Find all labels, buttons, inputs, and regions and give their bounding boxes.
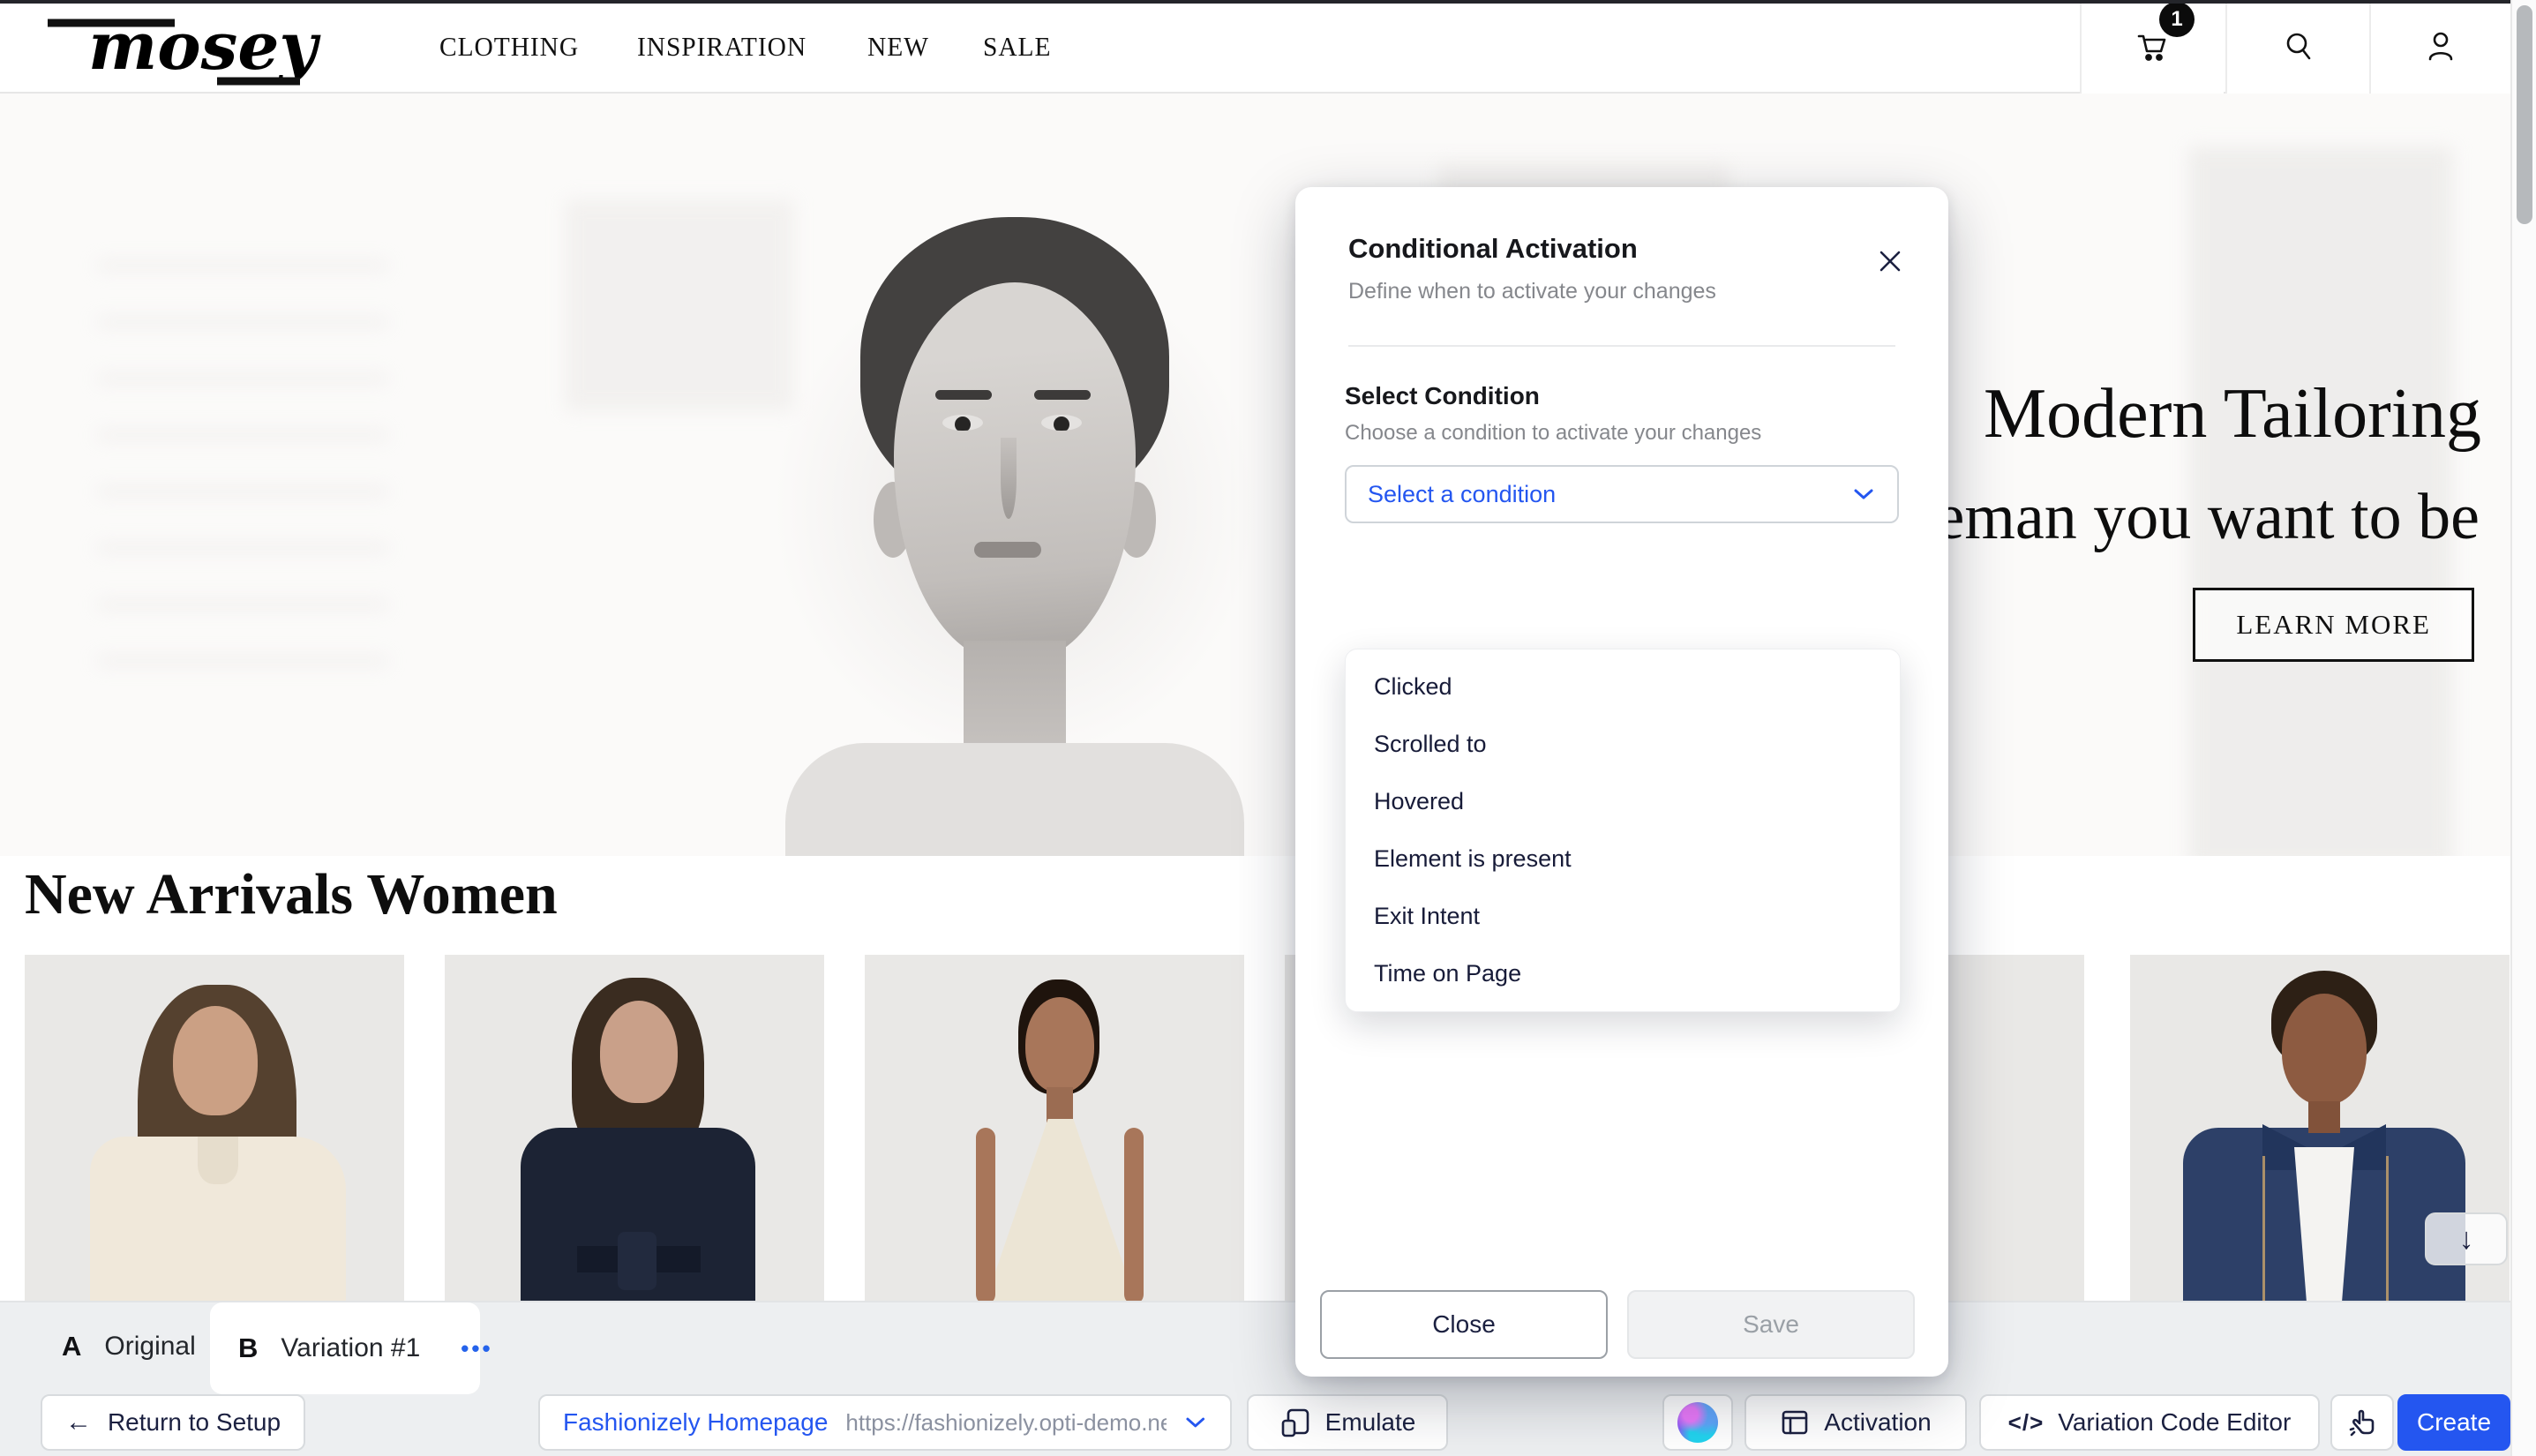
modal-subtitle: Define when to activate your changes: [1348, 279, 1895, 304]
tab-letter: B: [238, 1332, 258, 1364]
condition-select[interactable]: Select a condition: [1345, 465, 1899, 523]
modal-header: Conditional Activation Define when to ac…: [1295, 187, 1948, 347]
chevron-down-icon: [1184, 1415, 1207, 1430]
option-hovered[interactable]: Hovered: [1346, 773, 1900, 830]
tab-letter: A: [62, 1331, 81, 1362]
main-nav: CLOTHING INSPIRATION NEW SALE: [439, 0, 1055, 94]
conditional-activation-modal: Conditional Activation Define when to ac…: [1295, 187, 1948, 1377]
nav-item-new[interactable]: NEW: [867, 31, 929, 63]
variation-code-editor-button[interactable]: </> Variation Code Editor: [1979, 1394, 2320, 1451]
scrollbar-track[interactable]: [2510, 0, 2536, 1456]
scroll-down-button[interactable]: ↓: [2425, 1212, 2508, 1265]
back-arrow-icon: ←: [65, 1409, 92, 1436]
layout-icon: [1780, 1407, 1810, 1437]
search-icon: [2281, 29, 2316, 64]
nav-item-clothing[interactable]: CLOTHING: [439, 31, 579, 63]
tab-variation-1[interactable]: B Variation #1 •••: [210, 1302, 480, 1394]
option-exit-intent[interactable]: Exit Intent: [1346, 888, 1900, 945]
code-icon: </>: [2008, 1409, 2045, 1437]
modal-body: Select Condition Choose a condition to a…: [1295, 347, 1948, 523]
nav-item-inspiration[interactable]: INSPIRATION: [637, 31, 807, 63]
return-to-setup-button[interactable]: ← Return to Setup: [41, 1394, 305, 1451]
option-time-on-page[interactable]: Time on Page: [1346, 945, 1900, 1002]
select-condition-title: Select Condition: [1345, 382, 1899, 410]
site-header: mosey CLOTHING INSPIRATION NEW SALE 1: [0, 0, 2510, 94]
page-selector[interactable]: Fashionizely Homepage https://fashionize…: [538, 1394, 1232, 1451]
variation-code-editor-label: Variation Code Editor: [2058, 1408, 2291, 1437]
assistant-orb-button[interactable]: [1662, 1394, 1733, 1451]
select-condition-subtitle: Choose a condition to activate your chan…: [1345, 421, 1899, 446]
learn-more-button[interactable]: LEARN MORE: [2193, 588, 2474, 662]
product-photo: [445, 955, 824, 1304]
modal-close-button[interactable]: Close: [1320, 1290, 1608, 1359]
product-photo: [865, 955, 1244, 1304]
close-icon[interactable]: [1874, 245, 1906, 277]
option-clicked[interactable]: Clicked: [1346, 658, 1900, 716]
tab-label: Original: [104, 1332, 195, 1362]
condition-options-dropdown: Clicked Scrolled to Hovered Element is p…: [1345, 649, 1901, 1012]
nav-item-sale[interactable]: SALE: [983, 31, 1051, 63]
product-card[interactable]: [445, 955, 824, 1304]
modal-title: Conditional Activation: [1348, 233, 1895, 265]
hand-click-icon: [2347, 1407, 2377, 1437]
app-root: mosey CLOTHING INSPIRATION NEW SALE 1: [0, 0, 2536, 1456]
logo-text: mosey: [88, 9, 321, 85]
create-button[interactable]: Create: [2397, 1394, 2510, 1451]
hero-tagline: leman you want to be: [1917, 480, 2480, 555]
emulate-button[interactable]: Emulate: [1247, 1394, 1448, 1451]
option-element-is-present[interactable]: Element is present: [1346, 830, 1900, 888]
editor-bottom-bar: A Original B Variation #1 ••• ← Return t…: [0, 1301, 2510, 1456]
interact-mode-button[interactable]: [2330, 1394, 2394, 1451]
option-scrolled-to[interactable]: Scrolled to: [1346, 716, 1900, 773]
section-heading-new-arrivals: New Arrivals Women: [25, 861, 558, 928]
hero-section: Modern Tailoring leman you want to be LE…: [0, 94, 2510, 856]
condition-select-value: Select a condition: [1368, 481, 1556, 508]
search-button[interactable]: [2225, 0, 2369, 94]
product-photo: [25, 955, 404, 1304]
down-arrow-icon: ↓: [2459, 1222, 2474, 1257]
product-card[interactable]: [865, 955, 1244, 1304]
product-card[interactable]: [25, 955, 404, 1304]
page-name: Fashionizely Homepage: [563, 1408, 828, 1437]
tab-label: Variation #1: [281, 1333, 420, 1363]
assistant-orb-icon: [1677, 1402, 1718, 1443]
tab-menu-dots-icon[interactable]: •••: [461, 1335, 492, 1362]
hero-bg-blur: [97, 261, 388, 685]
cart-badge: 1: [2159, 2, 2195, 37]
chevron-down-icon: [1851, 485, 1876, 503]
modal-save-button[interactable]: Save: [1627, 1290, 1915, 1359]
hero-model-photo: [777, 217, 1253, 856]
activation-button[interactable]: Activation: [1744, 1394, 1967, 1451]
tab-original[interactable]: A Original: [41, 1302, 208, 1391]
page-url: https://fashionizely.opti-demo.ne: [845, 1409, 1167, 1437]
site-logo[interactable]: mosey: [42, 4, 325, 92]
emulate-label: Emulate: [1325, 1408, 1416, 1437]
viewport-top-line: [0, 0, 2510, 4]
cart-icon: [2135, 29, 2171, 64]
hero-title: Modern Tailoring: [1984, 374, 2481, 454]
person-icon: [2423, 29, 2458, 64]
activation-label: Activation: [1824, 1408, 1931, 1437]
return-to-setup-label: Return to Setup: [108, 1408, 281, 1437]
modal-footer: Close Save: [1295, 1290, 1948, 1359]
scrollbar-thumb[interactable]: [2517, 5, 2532, 224]
cart-button[interactable]: 1: [2080, 0, 2224, 94]
devices-icon: [1279, 1407, 1311, 1438]
account-button[interactable]: [2369, 0, 2510, 94]
create-label: Create: [2417, 1408, 2491, 1437]
